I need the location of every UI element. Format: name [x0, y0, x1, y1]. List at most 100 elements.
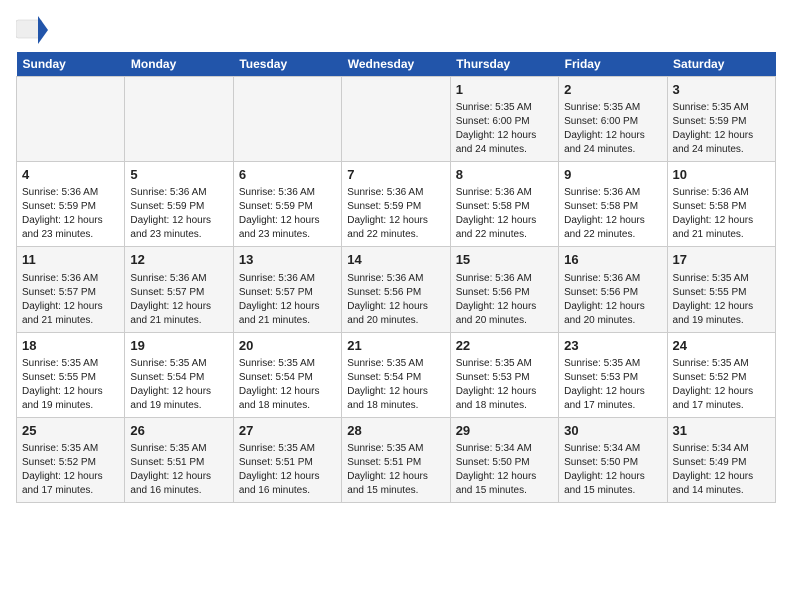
- day-number: 24: [673, 337, 770, 355]
- calendar-cell: [342, 77, 450, 162]
- day-info: Sunrise: 5:36 AM Sunset: 5:56 PM Dayligh…: [456, 272, 553, 328]
- logo-icon: [16, 16, 48, 44]
- day-number: 25: [22, 422, 119, 440]
- calendar-cell: 9 Sunrise: 5:36 AM Sunset: 5:58 PM Daylig…: [559, 162, 667, 247]
- calendar-cell: [233, 77, 341, 162]
- day-number: 12: [130, 251, 227, 269]
- calendar-table: SundayMondayTuesdayWednesdayThursdayFrid…: [16, 52, 776, 503]
- day-info: Sunrise: 5:36 AM Sunset: 5:57 PM Dayligh…: [130, 272, 227, 328]
- day-info: Sunrise: 5:34 AM Sunset: 5:50 PM Dayligh…: [456, 442, 553, 498]
- calendar-cell: 20 Sunrise: 5:35 AM Sunset: 5:54 PM Dayli…: [233, 332, 341, 417]
- day-info: Sunrise: 5:36 AM Sunset: 5:57 PM Dayligh…: [22, 272, 119, 328]
- day-number: 16: [564, 251, 661, 269]
- page-header: [16, 16, 776, 44]
- day-info: Sunrise: 5:35 AM Sunset: 5:51 PM Dayligh…: [239, 442, 336, 498]
- day-number: 8: [456, 166, 553, 184]
- day-info: Sunrise: 5:35 AM Sunset: 5:52 PM Dayligh…: [673, 357, 770, 413]
- calendar-cell: 3 Sunrise: 5:35 AM Sunset: 5:59 PM Daylig…: [667, 77, 775, 162]
- day-number: 15: [456, 251, 553, 269]
- day-number: 6: [239, 166, 336, 184]
- calendar-cell: 13 Sunrise: 5:36 AM Sunset: 5:57 PM Dayli…: [233, 247, 341, 332]
- day-number: 26: [130, 422, 227, 440]
- day-number: 11: [22, 251, 119, 269]
- day-info: Sunrise: 5:36 AM Sunset: 5:59 PM Dayligh…: [239, 186, 336, 242]
- calendar-cell: 12 Sunrise: 5:36 AM Sunset: 5:57 PM Dayli…: [125, 247, 233, 332]
- calendar-cell: 6 Sunrise: 5:36 AM Sunset: 5:59 PM Daylig…: [233, 162, 341, 247]
- calendar-cell: 22Sunrise: 5:35 AM Sunset: 5:53 PM Dayli…: [450, 332, 558, 417]
- day-info: Sunrise: 5:35 AM Sunset: 5:59 PM Dayligh…: [673, 101, 770, 157]
- day-info: Sunrise: 5:35 AM Sunset: 5:52 PM Dayligh…: [22, 442, 119, 498]
- calendar-week-row: 11 Sunrise: 5:36 AM Sunset: 5:57 PM Dayli…: [17, 247, 776, 332]
- calendar-cell: 2 Sunrise: 5:35 AM Sunset: 6:00 PM Daylig…: [559, 77, 667, 162]
- calendar-cell: [17, 77, 125, 162]
- day-number: 4: [22, 166, 119, 184]
- weekday-header: Sunday: [17, 52, 125, 77]
- calendar-header: SundayMondayTuesdayWednesdayThursdayFrid…: [17, 52, 776, 77]
- day-info: Sunrise: 5:34 AM Sunset: 5:49 PM Dayligh…: [673, 442, 770, 498]
- calendar-cell: 31 Sunrise: 5:34 AM Sunset: 5:49 PM Dayli…: [667, 417, 775, 502]
- day-number: 7: [347, 166, 444, 184]
- calendar-cell: 24 Sunrise: 5:35 AM Sunset: 5:52 PM Dayli…: [667, 332, 775, 417]
- day-number: 17: [673, 251, 770, 269]
- calendar-cell: 29 Sunrise: 5:34 AM Sunset: 5:50 PM Dayli…: [450, 417, 558, 502]
- calendar-cell: 17 Sunrise: 5:35 AM Sunset: 5:55 PM Dayli…: [667, 247, 775, 332]
- day-info: Sunrise: 5:36 AM Sunset: 5:59 PM Dayligh…: [347, 186, 444, 242]
- day-info: Sunrise: 5:36 AM Sunset: 5:58 PM Dayligh…: [456, 186, 553, 242]
- day-number: 20: [239, 337, 336, 355]
- day-info: Sunrise: 5:36 AM Sunset: 5:58 PM Dayligh…: [564, 186, 661, 242]
- weekday-header: Thursday: [450, 52, 558, 77]
- weekday-header: Wednesday: [342, 52, 450, 77]
- day-number: 29: [456, 422, 553, 440]
- weekday-header: Friday: [559, 52, 667, 77]
- day-number: 3: [673, 81, 770, 99]
- day-number: 21: [347, 337, 444, 355]
- logo: [16, 16, 50, 44]
- calendar-cell: 5 Sunrise: 5:36 AM Sunset: 5:59 PM Daylig…: [125, 162, 233, 247]
- weekday-header: Monday: [125, 52, 233, 77]
- calendar-cell: 25 Sunrise: 5:35 AM Sunset: 5:52 PM Dayli…: [17, 417, 125, 502]
- calendar-cell: 15 Sunrise: 5:36 AM Sunset: 5:56 PM Dayli…: [450, 247, 558, 332]
- day-info: Sunrise: 5:36 AM Sunset: 5:56 PM Dayligh…: [564, 272, 661, 328]
- day-info: Sunrise: 5:35 AM Sunset: 5:54 PM Dayligh…: [347, 357, 444, 413]
- calendar-cell: 21 Sunrise: 5:35 AM Sunset: 5:54 PM Dayli…: [342, 332, 450, 417]
- day-number: 31: [673, 422, 770, 440]
- day-number: 30: [564, 422, 661, 440]
- day-info: Sunrise: 5:36 AM Sunset: 5:57 PM Dayligh…: [239, 272, 336, 328]
- day-number: 28: [347, 422, 444, 440]
- calendar-cell: 30Sunrise: 5:34 AM Sunset: 5:50 PM Dayli…: [559, 417, 667, 502]
- calendar-cell: 11 Sunrise: 5:36 AM Sunset: 5:57 PM Dayli…: [17, 247, 125, 332]
- day-info: Sunrise: 5:36 AM Sunset: 5:56 PM Dayligh…: [347, 272, 444, 328]
- calendar-cell: 1Sunrise: 5:35 AM Sunset: 6:00 PM Daylig…: [450, 77, 558, 162]
- day-number: 9: [564, 166, 661, 184]
- calendar-cell: 4Sunrise: 5:36 AM Sunset: 5:59 PM Daylig…: [17, 162, 125, 247]
- day-info: Sunrise: 5:35 AM Sunset: 6:00 PM Dayligh…: [564, 101, 661, 157]
- calendar-cell: 27Sunrise: 5:35 AM Sunset: 5:51 PM Dayli…: [233, 417, 341, 502]
- calendar-cell: 7 Sunrise: 5:36 AM Sunset: 5:59 PM Daylig…: [342, 162, 450, 247]
- day-number: 14: [347, 251, 444, 269]
- day-number: 19: [130, 337, 227, 355]
- calendar-cell: 23 Sunrise: 5:35 AM Sunset: 5:53 PM Dayli…: [559, 332, 667, 417]
- day-number: 13: [239, 251, 336, 269]
- day-number: 2: [564, 81, 661, 99]
- calendar-week-row: 18Sunrise: 5:35 AM Sunset: 5:55 PM Dayli…: [17, 332, 776, 417]
- day-info: Sunrise: 5:35 AM Sunset: 5:53 PM Dayligh…: [564, 357, 661, 413]
- day-number: 5: [130, 166, 227, 184]
- day-info: Sunrise: 5:36 AM Sunset: 5:59 PM Dayligh…: [130, 186, 227, 242]
- day-info: Sunrise: 5:35 AM Sunset: 5:54 PM Dayligh…: [130, 357, 227, 413]
- day-info: Sunrise: 5:35 AM Sunset: 5:54 PM Dayligh…: [239, 357, 336, 413]
- day-info: Sunrise: 5:35 AM Sunset: 5:51 PM Dayligh…: [130, 442, 227, 498]
- calendar-cell: [125, 77, 233, 162]
- calendar-cell: 28Sunrise: 5:35 AM Sunset: 5:51 PM Dayli…: [342, 417, 450, 502]
- day-info: Sunrise: 5:35 AM Sunset: 5:53 PM Dayligh…: [456, 357, 553, 413]
- calendar-cell: 18Sunrise: 5:35 AM Sunset: 5:55 PM Dayli…: [17, 332, 125, 417]
- day-number: 10: [673, 166, 770, 184]
- calendar-cell: 19 Sunrise: 5:35 AM Sunset: 5:54 PM Dayli…: [125, 332, 233, 417]
- calendar-week-row: 1Sunrise: 5:35 AM Sunset: 6:00 PM Daylig…: [17, 77, 776, 162]
- calendar-cell: 14 Sunrise: 5:36 AM Sunset: 5:56 PM Dayli…: [342, 247, 450, 332]
- day-info: Sunrise: 5:35 AM Sunset: 5:55 PM Dayligh…: [673, 272, 770, 328]
- weekday-header: Tuesday: [233, 52, 341, 77]
- weekday-header: Saturday: [667, 52, 775, 77]
- calendar-week-row: 4 Sunrise: 5:36 AM Sunset: 5:59 PM Daylig…: [17, 162, 776, 247]
- day-number: 23: [564, 337, 661, 355]
- calendar-cell: 16 Sunrise: 5:36 AM Sunset: 5:56 PM Dayli…: [559, 247, 667, 332]
